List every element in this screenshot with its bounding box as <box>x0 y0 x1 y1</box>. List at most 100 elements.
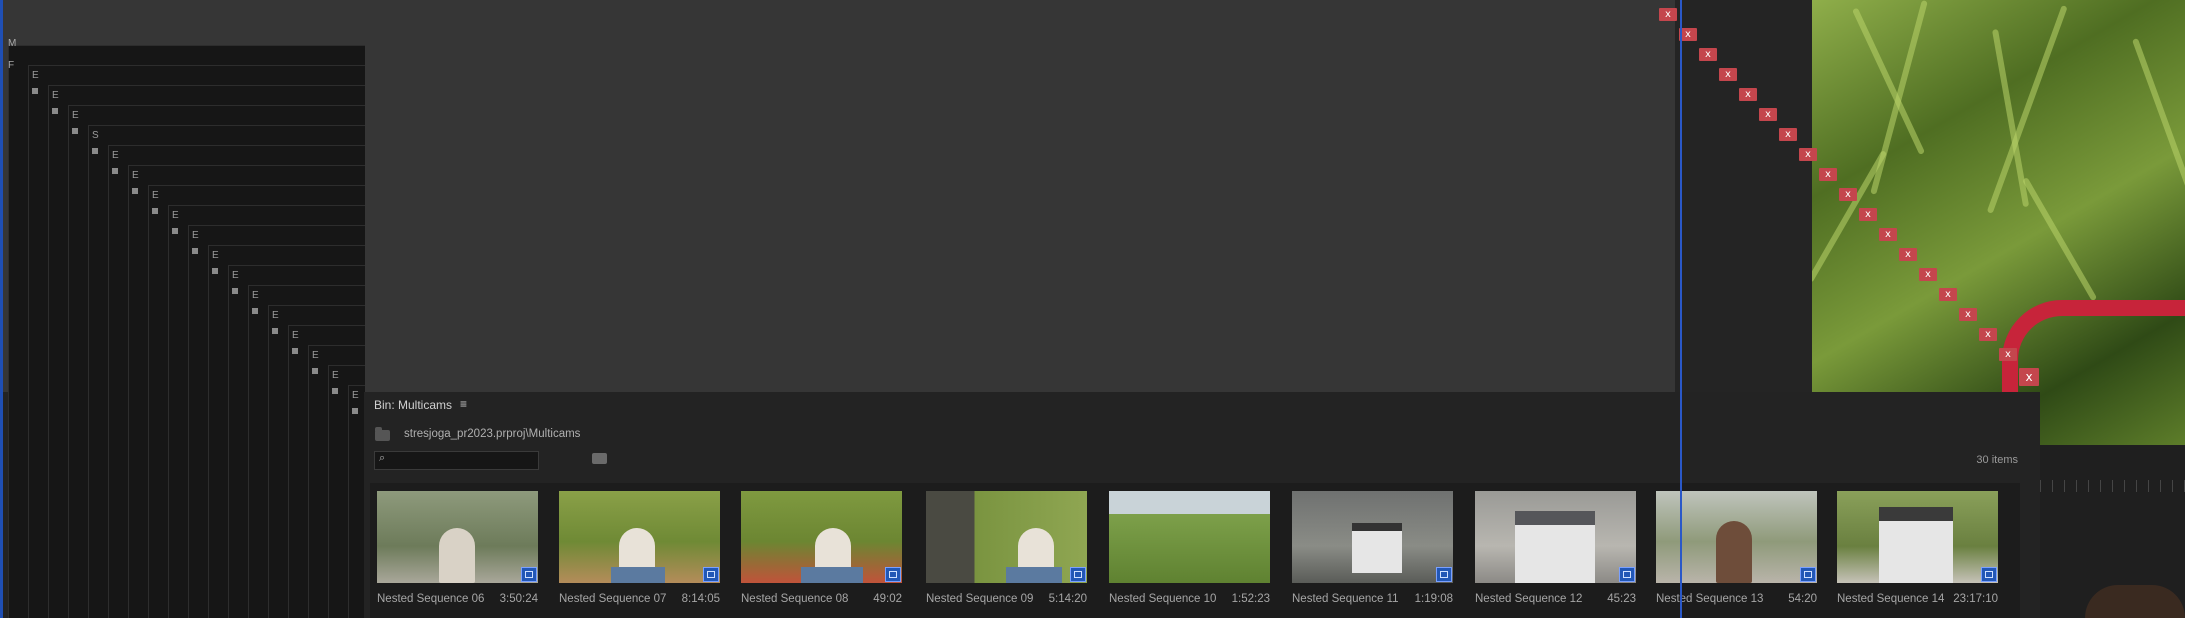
multicam-badge-icon <box>703 567 719 582</box>
clip-name: Nested Sequence 13 <box>1656 593 1764 605</box>
clip-thumbnail <box>1837 491 1998 583</box>
close-icon[interactable]: x <box>1959 308 1977 321</box>
multicam-badge-icon <box>1436 567 1452 582</box>
close-icon[interactable]: x <box>1979 328 1997 341</box>
clip-thumbnail <box>1109 491 1270 583</box>
clip-tile[interactable]: Nested Sequence 07 8:14:05 <box>552 483 720 618</box>
window-title-letter: E <box>292 330 299 341</box>
close-icon[interactable]: x <box>1739 88 1757 101</box>
clip-name: Nested Sequence 08 <box>741 593 849 605</box>
clip-duration: 1:19:08 <box>1414 593 1453 605</box>
close-icon[interactable]: x <box>1899 248 1917 261</box>
window-title-letter: E <box>132 170 139 181</box>
clip-tile[interactable]: Nested Sequence 13 54:20 <box>1649 483 1817 618</box>
bin-path: stresjoga_pr2023.prproj\Multicams <box>404 428 581 440</box>
window-checkbox[interactable] <box>32 88 38 94</box>
multicam-badge-icon <box>1800 567 1816 582</box>
clip-duration: 1:52:23 <box>1231 593 1270 605</box>
close-icon[interactable]: x <box>1879 228 1897 241</box>
clip-name: Nested Sequence 11 <box>1292 593 1399 605</box>
items-count: 30 items <box>1976 454 2018 466</box>
window-title-letter: E <box>232 270 239 281</box>
close-icon[interactable]: x <box>1919 268 1937 281</box>
clip-tile[interactable]: Nested Sequence 06 3:50:24 <box>370 483 538 618</box>
clip-name: Nested Sequence 14 <box>1837 593 1945 605</box>
window-checkbox[interactable] <box>232 288 238 294</box>
multicam-badge-icon <box>521 567 537 582</box>
window-title-letter: S <box>92 130 99 141</box>
clip-duration: 54:20 <box>1788 593 1817 605</box>
multicam-badge-icon <box>1981 567 1997 582</box>
window-checkbox[interactable] <box>252 308 258 314</box>
find-icon[interactable] <box>592 453 607 464</box>
icon-view-grid: Nested Sequence 06 3:50:24 Nested Sequen… <box>370 483 2020 618</box>
window-title-letter: E <box>272 310 279 321</box>
clip-thumbnail <box>1292 491 1453 583</box>
clip-thumbnail <box>741 491 902 583</box>
close-icon[interactable]: x <box>1839 188 1857 201</box>
timeline-ruler[interactable] <box>2040 480 2185 492</box>
close-icon[interactable]: x <box>1859 208 1877 221</box>
window-checkbox[interactable] <box>72 128 78 134</box>
folder-up-icon[interactable] <box>375 427 390 441</box>
search-icon: ⌕ <box>379 452 386 464</box>
left-panel-letter: F <box>8 60 15 71</box>
close-icon[interactable]: x <box>1779 128 1797 141</box>
clip-duration: 8:14:05 <box>681 593 720 605</box>
clip-thumbnail <box>1475 491 1636 583</box>
clip-tile[interactable]: Nested Sequence 10 1:52:23 <box>1102 483 1270 618</box>
window-checkbox[interactable] <box>292 348 298 354</box>
multicam-badge-icon <box>1619 567 1635 582</box>
window-checkbox[interactable] <box>52 108 58 114</box>
close-icon[interactable]: x <box>1999 348 2017 361</box>
close-icon[interactable]: x <box>1699 48 1717 61</box>
window-checkbox[interactable] <box>272 328 278 334</box>
window-checkbox[interactable] <box>192 248 198 254</box>
close-icon[interactable]: x <box>1819 168 1837 181</box>
clip-tile[interactable]: Nested Sequence 11 1:19:08 <box>1285 483 1453 618</box>
clip-name: Nested Sequence 06 <box>377 593 485 605</box>
window-checkbox[interactable] <box>332 388 338 394</box>
close-icon[interactable]: x <box>2019 368 2039 386</box>
close-icon[interactable]: x <box>1659 8 1677 21</box>
left-edge-highlight <box>0 0 3 618</box>
multicam-badge-icon <box>885 567 901 582</box>
window-checkbox[interactable] <box>212 268 218 274</box>
window-checkbox[interactable] <box>152 208 158 214</box>
playhead[interactable] <box>1680 0 1682 618</box>
clip-tile[interactable]: Nested Sequence 08 49:02 <box>734 483 902 618</box>
hamburger-menu-icon[interactable]: ≡ <box>460 397 467 411</box>
window-title-letter: E <box>72 110 79 121</box>
clip-tile[interactable]: Nested Sequence 12 45:23 <box>1468 483 1636 618</box>
clip-tile[interactable]: Nested Sequence 09 5:14:20 <box>919 483 1087 618</box>
window-title-letter: E <box>252 290 259 301</box>
window-title-letter: E <box>32 70 39 81</box>
window-checkbox[interactable] <box>352 408 358 414</box>
window-checkbox[interactable] <box>172 228 178 234</box>
clip-duration: 45:23 <box>1607 593 1636 605</box>
clip-thumbnail <box>559 491 720 583</box>
window-title-letter: E <box>152 190 159 201</box>
window-title-letter: E <box>212 250 219 261</box>
close-icon[interactable]: x <box>1799 148 1817 161</box>
clip-name: Nested Sequence 10 <box>1109 593 1217 605</box>
window-checkbox[interactable] <box>132 188 138 194</box>
window-checkbox[interactable] <box>312 368 318 374</box>
premiere-workspace: EEESEEEEEEEEEEEEE xxxxxxxxxxxxxxxxxxx M … <box>0 0 2185 618</box>
window-title-letter: E <box>352 390 359 401</box>
window-checkbox[interactable] <box>112 168 118 174</box>
search-input[interactable]: ⌕ <box>374 451 539 470</box>
clip-duration: 5:14:20 <box>1048 593 1087 605</box>
timeline-clip-thumbnail <box>2085 585 2185 618</box>
window-title-letter: E <box>172 210 179 221</box>
clip-tile[interactable]: Nested Sequence 14 23:17:10 <box>1830 483 1998 618</box>
close-icon[interactable]: x <box>1939 288 1957 301</box>
close-icon[interactable]: x <box>1759 108 1777 121</box>
window-checkbox[interactable] <box>92 148 98 154</box>
window-title-letter: E <box>192 230 199 241</box>
close-icon[interactable]: x <box>1719 68 1737 81</box>
clip-thumbnail <box>926 491 1087 583</box>
cascaded-window[interactable]: E <box>348 385 365 618</box>
multicam-badge-icon <box>1070 567 1086 582</box>
bin-panel: Bin: Multicams ≡ stresjoga_pr2023.prproj… <box>364 392 2040 618</box>
